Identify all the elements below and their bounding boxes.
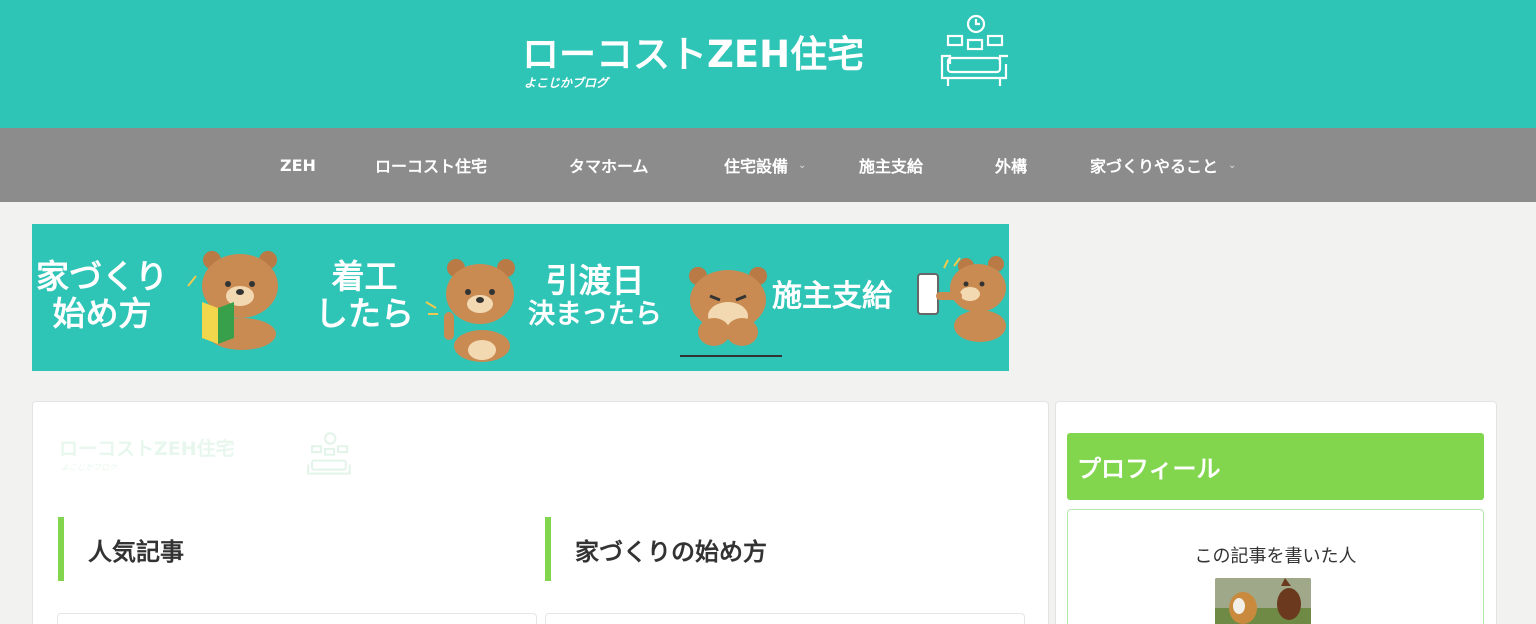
banner-line: したら <box>315 294 414 333</box>
site-logo[interactable]: ローコストZEH住宅 よこじかブログ <box>520 10 1020 110</box>
banner-line: 引渡日 <box>545 261 645 300</box>
nav-item-lowcost-house[interactable]: ローコスト住宅 <box>375 152 487 178</box>
profile-box: この記事を書いた人 <box>1067 509 1484 624</box>
main-content-card: ローコストZEH住宅 よこじかブログ 人気記事 家づくりの始め方 <box>32 401 1049 624</box>
section-title: 人気記事 <box>88 537 184 566</box>
nav-item-house-todo[interactable]: 家づくりやること ⌄ <box>1090 152 1236 178</box>
site-title[interactable]: ローコストZEH住宅 <box>522 24 864 78</box>
bear-thinking-icon <box>680 267 782 357</box>
banner-panel-handover[interactable]: 引渡日 決まったら <box>528 264 662 328</box>
article-card[interactable] <box>545 613 1025 624</box>
banner-line: 家づくり <box>36 257 168 296</box>
nav-item-equipment[interactable]: 住宅設備 ⌄ <box>724 152 806 178</box>
nav-item-owner-supply[interactable]: 施主支給 <box>859 152 923 178</box>
section-title: 家づくりの始め方 <box>575 537 767 566</box>
faded-logo-title: ローコストZEH住宅 <box>59 438 235 460</box>
banner-panel-owner-supply[interactable]: 施主支給 <box>772 282 892 312</box>
faded-site-logo: ローコストZEH住宅 よこじかブログ <box>59 430 359 482</box>
nav-item-label: 住宅設備 <box>724 157 789 176</box>
nav-item-label: 外構 <box>995 157 1028 176</box>
nav-item-label: 家づくりやること <box>1090 157 1219 176</box>
bear-pointing-icon <box>425 259 515 362</box>
nav-item-tamahome[interactable]: タマホーム <box>569 152 649 178</box>
banner-line: 施主支給 <box>772 279 892 314</box>
chevron-down-icon: ⌄ <box>1228 159 1237 171</box>
site-header: ローコストZEH住宅 よこじかブログ <box>0 0 1536 128</box>
site-subtitle: よこじかブログ <box>524 76 609 90</box>
nav-item-label: タマホーム <box>569 157 649 176</box>
bear-holding-book-icon <box>187 251 278 350</box>
banner-line: 始め方 <box>52 294 152 333</box>
section-heading-popular: 人気記事 <box>58 517 184 581</box>
category-banner[interactable]: 家づくり 始め方 着工 したら 引渡日 決まったら 施主支給 <box>32 224 1009 371</box>
article-card[interactable] <box>57 613 537 624</box>
chevron-down-icon: ⌄ <box>798 159 807 171</box>
section-heading-getting-started: 家づくりの始め方 <box>545 517 767 581</box>
nav-item-zeh[interactable]: ZEH <box>280 152 316 178</box>
living-room-icon <box>307 432 351 475</box>
nav-item-label: 施主支給 <box>859 157 924 176</box>
faded-logo-subtitle: よこじかブログ <box>61 463 117 472</box>
profile-title: プロフィール <box>1077 455 1221 483</box>
profile-heading: プロフィール <box>1067 433 1484 500</box>
bear-with-phone-icon <box>917 256 1006 342</box>
author-label: この記事を書いた人 <box>1194 546 1357 567</box>
banner-line: 着工 <box>331 257 398 296</box>
nav-item-exterior[interactable]: 外構 <box>995 152 1027 178</box>
living-room-icon <box>940 14 1008 86</box>
sidebar-profile-widget: プロフィール この記事を書いた人 <box>1055 401 1497 624</box>
banner-line: 決まったら <box>528 299 662 330</box>
banner-panel-start[interactable]: 家づくり 始め方 <box>36 260 168 330</box>
global-nav: ZEH ローコスト住宅 タマホーム 住宅設備 ⌄ 施主支給 外構 家づくりやること… <box>0 128 1536 202</box>
nav-item-label: ローコスト住宅 <box>375 157 488 176</box>
banner-panel-construction[interactable]: 着工 したら <box>315 260 414 330</box>
author-avatar-image <box>1215 578 1311 624</box>
nav-item-label: ZEH <box>280 155 316 175</box>
author-avatar[interactable] <box>1215 578 1311 624</box>
